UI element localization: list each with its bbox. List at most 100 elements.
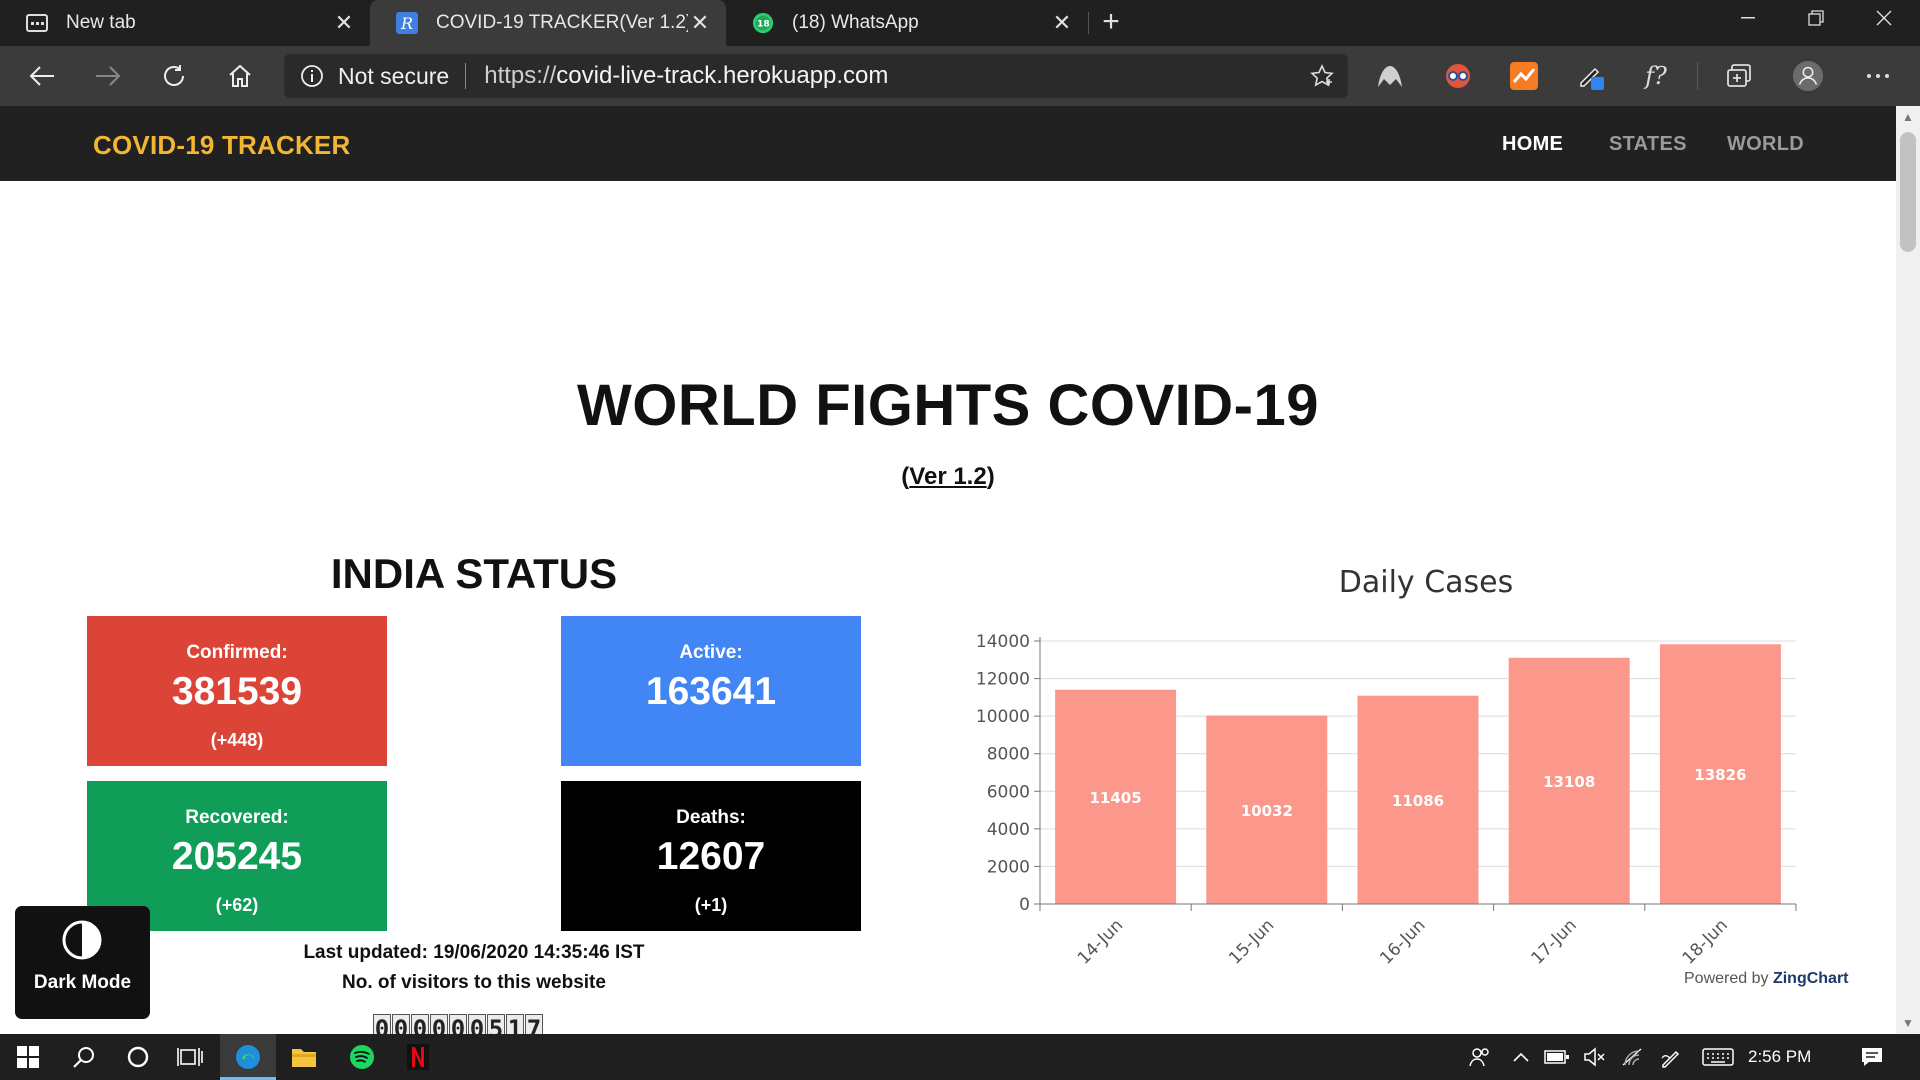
close-icon[interactable]: ✕ bbox=[688, 10, 712, 35]
tab-separator bbox=[1088, 12, 1089, 34]
nav-world[interactable]: WORLD bbox=[1727, 133, 1804, 156]
card-value: 381539 bbox=[171, 670, 303, 713]
scroll-down-arrow-icon[interactable]: ▼ bbox=[1896, 1012, 1920, 1034]
task-view-button[interactable] bbox=[162, 1034, 218, 1080]
refresh-button[interactable] bbox=[154, 56, 194, 96]
chart-svg: Daily Cases 0 2000 4000 6000 8000 10000 12000 14… bbox=[976, 565, 1797, 969]
extension-pen-icon[interactable] bbox=[1576, 60, 1608, 92]
new-tab-button[interactable]: + bbox=[1096, 7, 1126, 38]
extension-formula-icon[interactable]: f? bbox=[1640, 60, 1672, 92]
y-tick-label: 10000 bbox=[976, 707, 1030, 727]
site-navbar: COVID-19 TRACKER HOME STATES WORLD bbox=[0, 106, 1896, 181]
card-delta: (+1) bbox=[694, 895, 728, 915]
counter-digit: 7 bbox=[525, 1014, 543, 1036]
edge-icon bbox=[236, 1045, 260, 1069]
tab-whatsapp[interactable]: 18 (18) WhatsApp ✕ bbox=[726, 0, 1088, 46]
window-close-icon[interactable] bbox=[1850, 0, 1918, 36]
people-icon[interactable] bbox=[1462, 1034, 1498, 1080]
counter-digit: 0 bbox=[373, 1014, 391, 1036]
start-button[interactable] bbox=[0, 1034, 56, 1080]
counter-digit: 1 bbox=[506, 1014, 524, 1036]
keyboard-icon[interactable] bbox=[1698, 1034, 1738, 1080]
windows-logo-icon bbox=[17, 1046, 39, 1068]
new-tab-page-icon bbox=[26, 12, 48, 34]
zingchart-link[interactable]: ZingChart bbox=[1773, 970, 1849, 987]
y-tick-label: 0 bbox=[1019, 895, 1030, 915]
security-status[interactable]: Not secure bbox=[338, 63, 449, 90]
scroll-thumb[interactable] bbox=[1900, 132, 1916, 252]
contrast-icon bbox=[62, 920, 102, 960]
star-icon[interactable] bbox=[1310, 64, 1334, 88]
version-paren-close: ) bbox=[986, 463, 995, 490]
deaths-card: Deaths: 12607 (+1) bbox=[561, 781, 861, 931]
card-value: 205245 bbox=[171, 835, 303, 878]
card-delta: (+448) bbox=[210, 730, 264, 750]
home-button[interactable] bbox=[220, 56, 260, 96]
extension-mountain-icon[interactable] bbox=[1374, 60, 1406, 92]
card-label: Deaths: bbox=[676, 807, 746, 828]
pen-workspace-icon[interactable] bbox=[1654, 1034, 1688, 1080]
counter-digit: 5 bbox=[487, 1014, 505, 1036]
close-icon[interactable]: ✕ bbox=[332, 10, 356, 35]
task-view-icon bbox=[177, 1048, 203, 1066]
version-link[interactable]: Ver 1.2 bbox=[909, 463, 986, 490]
tab-title: COVID-19 TRACKER(Ver 1.2) bbox=[436, 12, 688, 33]
svg-text:18: 18 bbox=[757, 19, 770, 30]
battery-icon[interactable] bbox=[1540, 1034, 1574, 1080]
page-scrollbar[interactable]: ▲ ▼ bbox=[1896, 106, 1920, 1034]
back-button[interactable] bbox=[22, 56, 62, 96]
x-tick-label: 15-Jun bbox=[1225, 915, 1278, 968]
wifi-icon[interactable] bbox=[1616, 1034, 1650, 1080]
tab-new-tab[interactable]: New tab ✕ bbox=[0, 0, 370, 46]
scroll-up-arrow-icon[interactable]: ▲ bbox=[1896, 106, 1920, 128]
taskbar-netflix[interactable] bbox=[390, 1034, 446, 1080]
chevron-up-icon[interactable] bbox=[1506, 1034, 1536, 1080]
taskbar-spotify[interactable] bbox=[334, 1034, 390, 1080]
tab-covid-tracker[interactable]: R COVID-19 TRACKER(Ver 1.2) ✕ bbox=[370, 0, 726, 46]
collections-icon[interactable] bbox=[1724, 60, 1756, 92]
tab-title: New tab bbox=[66, 12, 136, 33]
extension-glasses-icon[interactable] bbox=[1442, 60, 1474, 92]
url-scheme: https:// bbox=[484, 62, 557, 89]
more-menu-icon[interactable] bbox=[1862, 60, 1894, 92]
svg-text:R: R bbox=[400, 14, 413, 33]
search-icon bbox=[73, 1047, 94, 1068]
daily-cases-chart: Daily Cases 0 2000 4000 6000 8000 10000 12000 14… bbox=[948, 540, 1896, 1000]
address-bar[interactable]: Not secure https://covid-live-track.hero… bbox=[284, 54, 1348, 98]
card-label: Confirmed: bbox=[186, 642, 288, 663]
minimize-icon[interactable] bbox=[1714, 0, 1782, 36]
whatsapp-icon: 18 bbox=[752, 12, 774, 34]
nav-states[interactable]: STATES bbox=[1609, 133, 1687, 156]
bar-value-label: 10032 bbox=[1241, 802, 1293, 820]
extension-chart-icon[interactable] bbox=[1508, 60, 1540, 92]
taskbar-clock[interactable]: 2:56 PM bbox=[1748, 1047, 1811, 1067]
dark-mode-toggle[interactable]: Dark Mode bbox=[15, 906, 150, 1019]
taskbar-file-explorer[interactable] bbox=[276, 1034, 332, 1080]
arrow-left-icon bbox=[29, 66, 54, 86]
bar-value-label: 11405 bbox=[1090, 789, 1142, 807]
y-tick-label: 8000 bbox=[987, 745, 1030, 765]
close-icon[interactable]: ✕ bbox=[1050, 10, 1074, 35]
restore-icon[interactable] bbox=[1782, 0, 1850, 36]
site-brand[interactable]: COVID-19 TRACKER bbox=[93, 130, 350, 161]
info-icon[interactable] bbox=[300, 64, 324, 88]
card-value: 12607 bbox=[656, 835, 766, 878]
confirmed-card: Confirmed: 381539 (+448) bbox=[87, 616, 387, 766]
volume-muted-icon[interactable] bbox=[1578, 1034, 1612, 1080]
profile-avatar[interactable] bbox=[1792, 60, 1824, 92]
counter-digit: 0 bbox=[468, 1014, 486, 1036]
taskbar-search-button[interactable] bbox=[56, 1034, 112, 1080]
taskbar-edge[interactable] bbox=[220, 1034, 276, 1080]
cortana-button[interactable] bbox=[110, 1034, 166, 1080]
y-tick-label: 6000 bbox=[987, 782, 1030, 802]
forward-button[interactable] bbox=[88, 56, 128, 96]
notifications-icon[interactable] bbox=[1852, 1034, 1892, 1080]
omnibox-divider bbox=[465, 63, 467, 89]
tab-title: (18) WhatsApp bbox=[792, 12, 919, 33]
netflix-icon bbox=[407, 1044, 429, 1070]
bar-value-label: 13108 bbox=[1543, 773, 1595, 791]
url-text[interactable]: https://covid-live-track.herokuapp.com bbox=[484, 62, 888, 90]
x-tick-label: 17-Jun bbox=[1528, 915, 1581, 968]
nav-home[interactable]: HOME bbox=[1502, 133, 1563, 156]
powered-by-label[interactable]: Powered by ZingChart bbox=[1684, 970, 1849, 988]
